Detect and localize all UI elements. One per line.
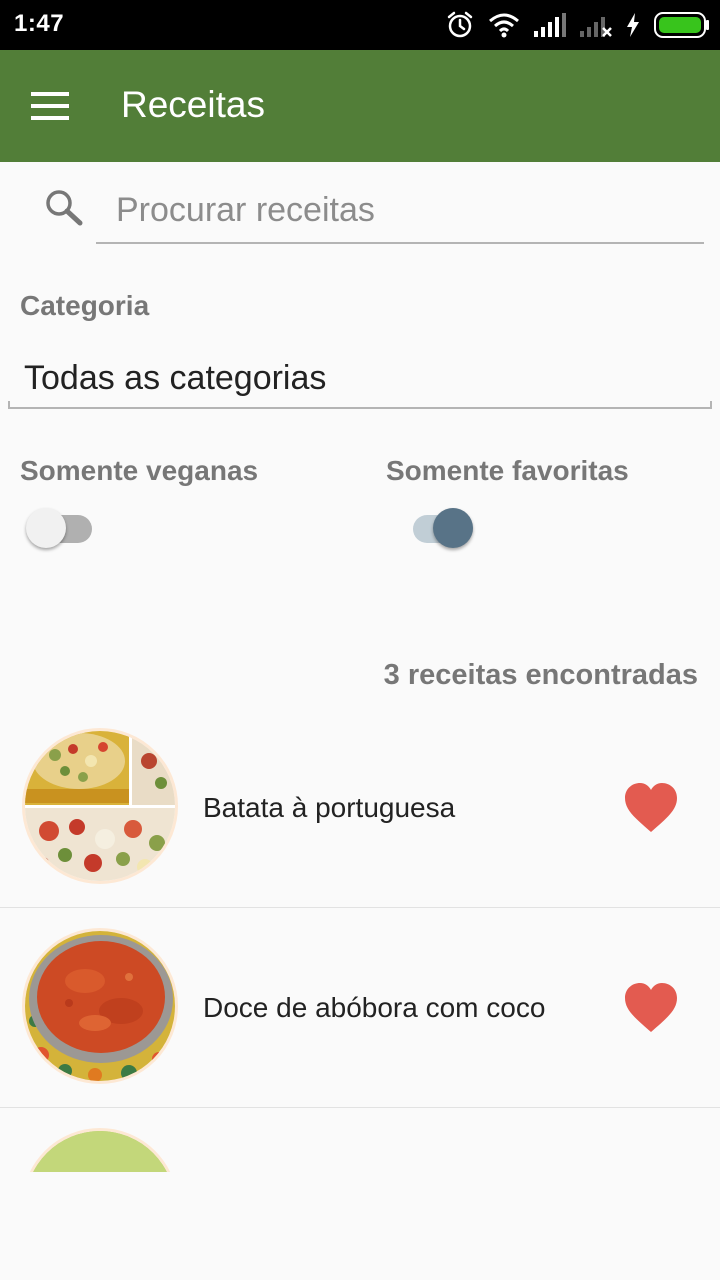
- signal-icon: [534, 13, 566, 37]
- category-dropdown[interactable]: Todas as categorias: [8, 345, 712, 409]
- search-input[interactable]: [96, 182, 704, 244]
- battery-icon: [654, 12, 710, 38]
- search-row: [0, 162, 720, 252]
- recipe-thumbnail: [22, 728, 178, 884]
- vegan-toggle-thumb: [26, 508, 66, 548]
- charging-icon: [626, 13, 640, 37]
- favorites-toggle-thumb: [433, 508, 473, 548]
- category-label: Categoria: [20, 290, 150, 321]
- recipe-list: Batata à portuguesa Doce de abóbora com …: [0, 708, 720, 1172]
- vegan-filter-label: Somente veganas: [20, 455, 259, 486]
- wifi-icon: [488, 12, 520, 38]
- recipe-thumbnail: [22, 1128, 178, 1172]
- favorite-heart-icon[interactable]: [623, 782, 679, 834]
- status-icons: [446, 8, 710, 42]
- favorites-toggle[interactable]: [407, 508, 477, 548]
- recipe-list-item[interactable]: Batata à portuguesa: [0, 708, 720, 908]
- favorites-filter-label: Somente favoritas: [386, 455, 629, 486]
- no-signal-icon: [580, 13, 612, 37]
- menu-button[interactable]: [22, 80, 78, 132]
- status-bar: 1:47: [0, 0, 720, 50]
- search-icon: [44, 188, 84, 233]
- recipe-list-item[interactable]: [0, 1108, 720, 1172]
- hamburger-menu-icon: [31, 92, 69, 120]
- app-bar: Receitas: [0, 50, 720, 162]
- favorite-heart-icon[interactable]: [623, 982, 679, 1034]
- alarm-icon: [446, 11, 474, 39]
- results-count: 3 receitas encontradas: [383, 659, 698, 691]
- recipe-list-item[interactable]: Doce de abóbora com coco: [0, 908, 720, 1108]
- vegan-toggle[interactable]: [26, 508, 96, 548]
- recipe-thumbnail: [22, 928, 178, 1084]
- category-selected-value: Todas as categorias: [24, 359, 327, 397]
- page-title: Receitas: [121, 84, 265, 125]
- recipe-name: Batata à portuguesa: [203, 792, 456, 823]
- status-time: 1:47: [14, 10, 65, 37]
- recipe-name: Doce de abóbora com coco: [203, 992, 546, 1023]
